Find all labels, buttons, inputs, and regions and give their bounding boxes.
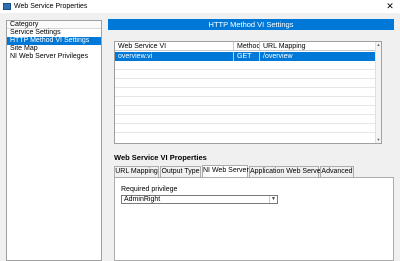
tab-advanced[interactable]: Advanced <box>320 166 354 177</box>
cell-url-mapping: /overview <box>259 52 381 61</box>
required-privilege-value: AdminRight <box>124 196 161 203</box>
table-row-empty <box>115 124 381 133</box>
table-row-empty <box>115 79 381 88</box>
table-row-empty <box>115 106 381 115</box>
window-title: Web Service Properties <box>14 3 88 10</box>
table-row-empty <box>115 88 381 97</box>
category-item-site-map[interactable]: Site Map <box>7 45 101 53</box>
category-header: Category <box>7 21 101 29</box>
title-bar: Web Service Properties ✕ <box>0 0 400 13</box>
chevron-down-icon[interactable]: ▼ <box>269 196 277 203</box>
tab-url-mapping[interactable]: URL Mapping <box>114 166 159 177</box>
category-item-service-settings[interactable]: Service Settings <box>7 29 101 37</box>
column-header-web-service-vi[interactable]: Web Service VI <box>115 42 233 51</box>
table-scrollbar[interactable]: ▲ ▼ <box>375 42 381 143</box>
web-service-icon <box>3 3 11 10</box>
column-header-method[interactable]: Method <box>233 42 259 51</box>
tab-application-web-server[interactable]: Application Web Server <box>249 166 323 177</box>
vi-properties-heading: Web Service VI Properties <box>114 153 207 162</box>
properties-tab-strip: URL Mapping Output Type NI Web Server Ap… <box>114 165 394 177</box>
scroll-up-arrow-icon[interactable]: ▲ <box>376 42 381 48</box>
ni-web-server-tab-panel: Required privilege AdminRight ▼ <box>114 177 394 261</box>
web-service-vi-table: Web Service VI Method URL Mapping overvi… <box>114 41 382 144</box>
column-header-url-mapping[interactable]: URL Mapping <box>259 42 381 51</box>
tab-ni-web-server[interactable]: NI Web Server <box>202 165 249 177</box>
close-icon: ✕ <box>386 1 394 11</box>
category-item-http-method-vi-settings[interactable]: HTTP Method VI Settings <box>7 37 101 45</box>
table-row-empty <box>115 61 381 70</box>
table-row-empty <box>115 115 381 124</box>
table-header: Web Service VI Method URL Mapping <box>115 42 381 51</box>
cell-method: GET <box>233 52 259 61</box>
required-privilege-dropdown[interactable]: AdminRight ▼ <box>121 195 278 204</box>
section-title: HTTP Method VI Settings <box>108 19 394 30</box>
required-privilege-label: Required privilege <box>121 186 178 193</box>
table-row-empty <box>115 70 381 79</box>
category-list: Category Service Settings HTTP Method VI… <box>6 20 102 261</box>
cell-web-service-vi: overview.vi <box>118 53 153 60</box>
dialog-body: Category Service Settings HTTP Method VI… <box>0 13 400 261</box>
table-row-empty <box>115 97 381 106</box>
tab-output-type[interactable]: Output Type <box>160 166 201 177</box>
scroll-down-arrow-icon[interactable]: ▼ <box>376 137 381 143</box>
table-row[interactable]: overview.vi GET /overview <box>115 52 381 61</box>
close-button[interactable]: ✕ <box>383 0 397 12</box>
category-item-ni-web-server-privileges[interactable]: NI Web Server Privileges <box>7 53 101 61</box>
